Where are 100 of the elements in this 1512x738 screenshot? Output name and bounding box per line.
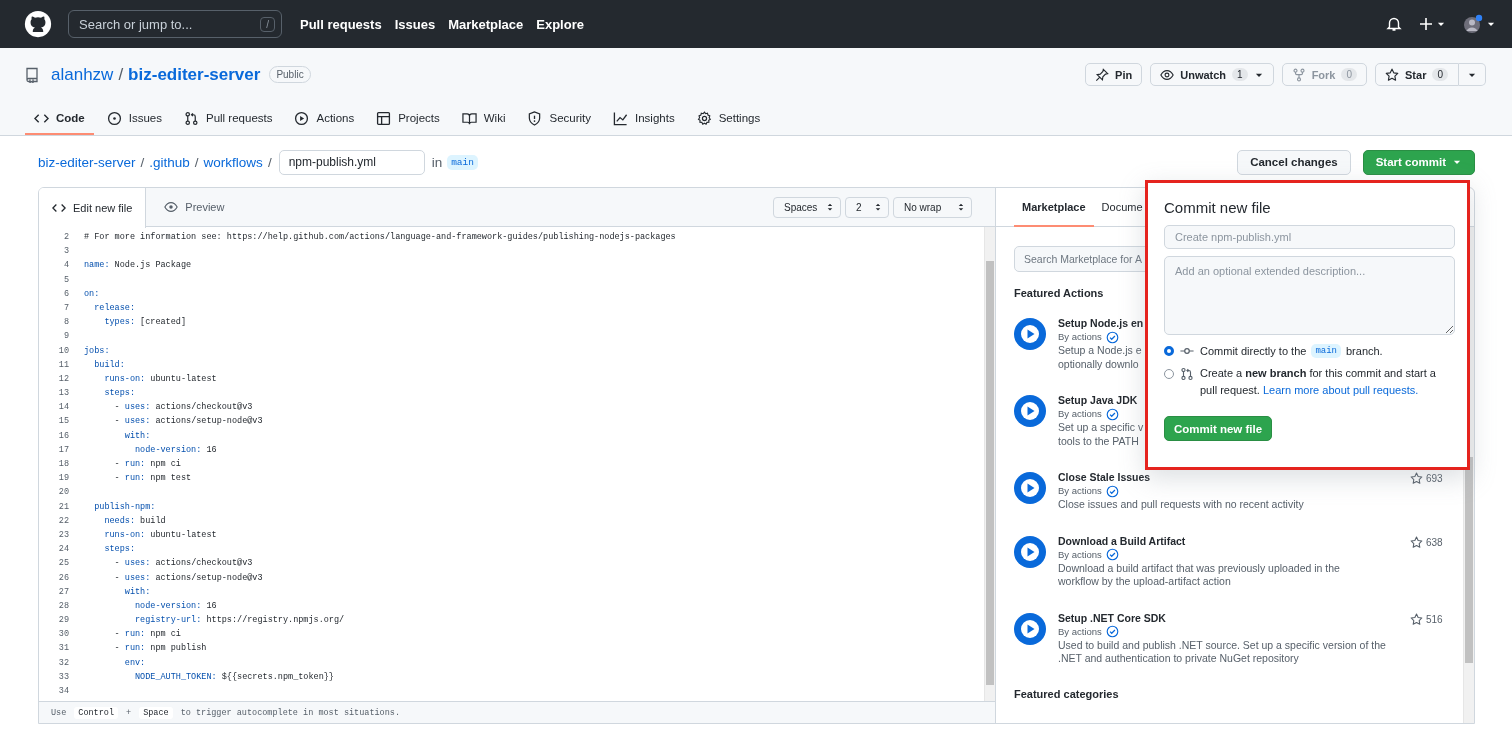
description-field[interactable]: Add an optional extended description... [1164,256,1455,335]
breadcrumb-link[interactable]: workflows [203,154,263,170]
breadcrumb-link[interactable]: .github [149,154,190,170]
author-label: By actions [1058,407,1102,421]
eye-icon [164,200,179,214]
learn-more-link[interactable]: Learn more about pull requests. [1263,384,1419,396]
radio-button[interactable] [1164,346,1174,356]
create-menu-button[interactable] [1418,16,1446,32]
indent-mode-select[interactable]: Spaces [773,196,841,218]
action-title-link[interactable]: Download a Build Artifact [1058,533,1340,548]
author-label: By actions [1058,547,1102,562]
settings-icon [696,110,712,126]
star-button[interactable]: Star 0 [1375,63,1459,86]
section-heading: Featured categories [1014,687,1120,700]
code-line: steps: [103,543,136,557]
action-title-link[interactable]: Setup Node.js en [1058,316,1144,330]
line-number: 24 [57,543,69,557]
bell-icon[interactable] [1386,16,1402,32]
line-number: 15 [57,415,69,429]
line-number: 16 [57,429,69,443]
line-number: 8 [62,316,69,330]
avatar-menu-button[interactable] [1462,14,1496,34]
code-line: - uses: actions/setup-node@v3 [113,415,264,429]
book-icon [461,110,477,126]
indent-size-select[interactable]: 2 [845,196,889,218]
hint-text: Use [51,707,67,718]
author-label: By actions [1058,330,1102,344]
line-number: 10 [57,344,69,358]
editor-tab[interactable]: Preview [150,188,240,227]
cancel-button[interactable]: Cancel changes [1237,149,1351,175]
search-field[interactable]: Search or jump to... / [68,10,282,38]
play-icon [1014,612,1046,645]
code-line: with: [123,585,152,599]
section-heading: Featured Actions [1014,287,1105,299]
wrap-mode-select[interactable]: No wrap [893,196,972,218]
editor-tab[interactable]: Edit new file [39,188,147,228]
play-icon [1014,535,1046,568]
repo-tab[interactable]: Issues [97,103,171,135]
code-line: - run: npm publish [113,642,208,656]
action-title-link[interactable]: Setup Java JDK [1058,393,1144,407]
star-menu-button[interactable] [1459,63,1486,86]
dialog-title: Commit new file [1164,199,1272,216]
line-number: 2 [62,231,69,244]
line-number: 34 [57,685,69,698]
repo-tab[interactable]: Actions [285,103,364,135]
commit-summary-field[interactable]: Create npm-publish.yml [1164,225,1455,249]
nav-link[interactable]: Issues [394,16,436,32]
code-line: on: [84,287,101,301]
repo-tab[interactable]: Insights [604,103,684,135]
star-count: 693 [1426,473,1443,484]
action-title-link[interactable]: Setup .NET Core SDK [1058,610,1386,625]
logo-icon[interactable] [24,10,52,38]
line-number: 5 [62,273,69,287]
line-number: 21 [57,500,69,514]
repo-tab[interactable]: Wiki [452,103,515,135]
sidebar-tab[interactable]: Docume [1093,188,1151,227]
action-description: Set up a specific v [1058,421,1144,435]
pin-button[interactable]: Pin [1085,63,1143,86]
plus-icon [1418,16,1434,32]
code-line: steps: [103,387,136,401]
star-icon [1385,67,1400,82]
nav-link[interactable]: Explore [536,16,584,32]
key-label: Space [139,706,173,719]
key-label: Control [74,706,119,719]
sidebar-tab[interactable]: Marketplace [1014,188,1094,227]
line-number: 23 [57,528,69,542]
repo-tab[interactable]: Security [518,103,600,135]
nav-link[interactable]: Marketplace [448,16,524,32]
option-label: branch. [1346,345,1383,357]
author-label: By actions [1058,624,1102,639]
code-line: publish-npm: [93,500,157,514]
path-separator: / [267,154,272,170]
code-comment: # For more information see: https://help.github.com/actions/language-and-framework-guides/publishing-nodejs-packages [84,231,677,244]
radio-button[interactable] [1164,369,1174,379]
line-number: 7 [62,301,69,315]
breadcrumb-link[interactable]: biz-editer-server [38,154,136,170]
watch-button[interactable]: Unwatch 1 [1150,63,1274,86]
code-line: runs-on: ubuntu-latest [103,528,218,542]
owner-link[interactable]: alanhzw [51,64,114,85]
action-title-link[interactable]: Close Stale Issues [1058,470,1304,484]
action-description: Download a build artifact that was previously uploaded in the [1058,561,1340,575]
repo-name-link[interactable]: biz-editer-server [128,64,261,85]
action-description: Setup a Node.js e [1058,344,1143,358]
issue-icon [106,110,122,126]
scrollbar[interactable] [984,227,995,701]
filename-field[interactable]: npm-publish.yml [278,149,425,175]
repo-tab[interactable]: Code [25,103,94,135]
code-line: - uses: actions/setup-node@v3 [113,571,264,585]
repo-tab[interactable]: Projects [367,103,449,135]
line-number: 14 [57,401,69,415]
repo-tab[interactable]: Pull requests [175,103,282,135]
code-line: node-version: 16 [134,443,218,457]
action-description: Used to build and publish .NET source. Set up a specific version of the [1058,638,1386,652]
repo-tab[interactable]: Settings [687,103,770,135]
pin-icon [1095,67,1110,82]
star-count: 516 [1426,613,1443,625]
line-number: 12 [57,372,69,386]
nav-link[interactable]: Pull requests [300,16,382,32]
play-icon [1014,318,1046,350]
repo-icon [24,66,40,83]
